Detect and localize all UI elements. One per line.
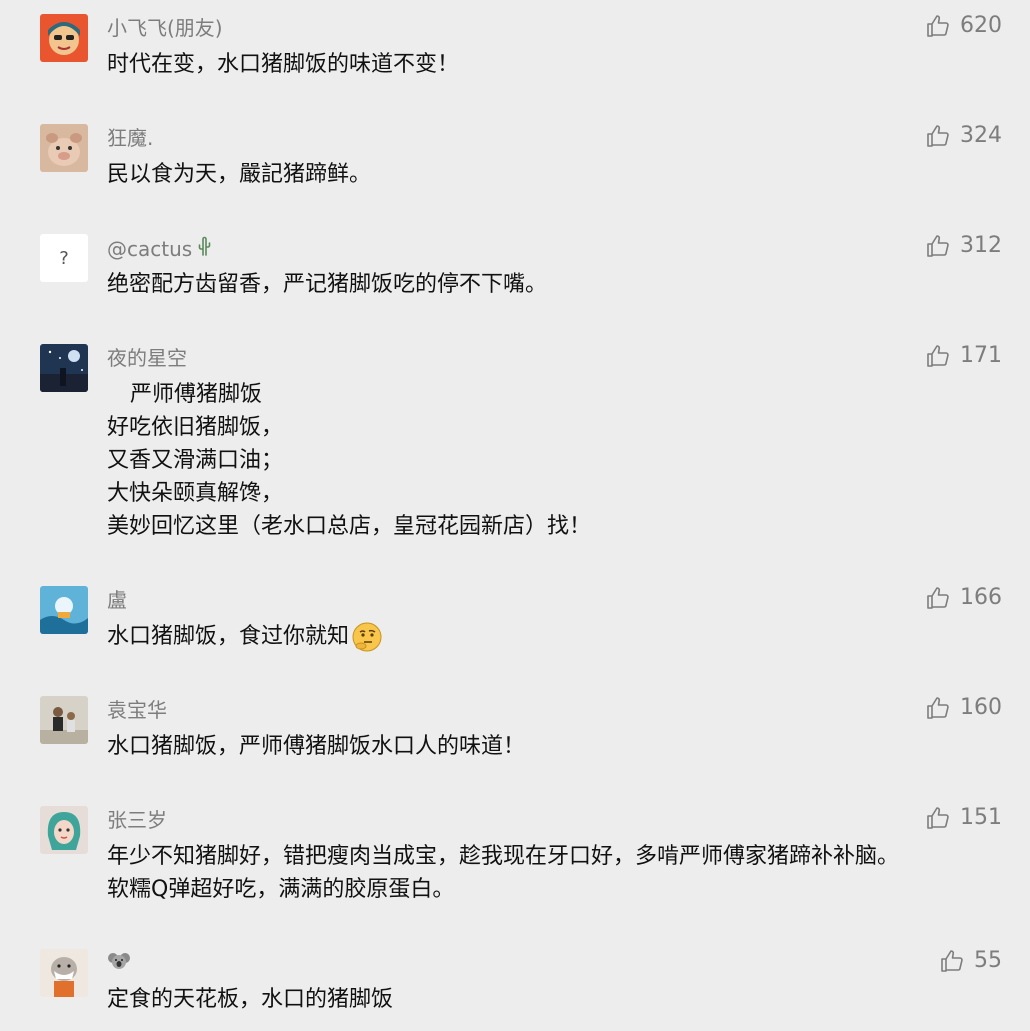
avatar[interactable] — [40, 14, 88, 62]
avatar[interactable]: ? — [40, 234, 88, 282]
like-count: 160 — [960, 695, 1002, 720]
like-button[interactable]: 620 — [926, 12, 1002, 40]
like-button[interactable]: 55 — [940, 947, 1002, 975]
comment-line: 时代在变，水口猪脚饭的味道不变！ — [107, 52, 460, 77]
like-count: 324 — [960, 123, 1002, 148]
comment-line: 美妙回忆这里（老水口总店，皇冠花园新店）找！ — [107, 514, 592, 539]
comment-text: 时代在变，水口猪脚饭的味道不变！ — [107, 48, 1007, 81]
like-count: 620 — [960, 13, 1002, 38]
commenter-name: @cactus — [107, 236, 212, 261]
comment-line: 软糯Q弹超好吃，满满的胶原蛋白。 — [107, 877, 455, 902]
commenter-name: 小飞飞(朋友) — [107, 16, 223, 40]
commenter-name: 袁宝华 — [107, 698, 167, 722]
comment-line: 水口猪脚饭，严师傅猪脚饭水口人的味道！ — [107, 734, 526, 759]
like-count: 171 — [960, 343, 1002, 368]
like-icon — [940, 949, 964, 973]
comment-line: 定食的天花板，水口的猪脚饭 — [107, 987, 394, 1012]
like-icon — [926, 14, 950, 38]
comment-text: 民以食为天，嚴記猪蹄鲜。 — [107, 158, 1007, 191]
like-icon — [926, 124, 950, 148]
avatar[interactable] — [40, 696, 88, 744]
cactus-icon — [196, 236, 212, 261]
comment-line: 绝密配方齿留香，严记猪脚饭吃的停不下嘴。 — [107, 272, 548, 297]
like-icon — [926, 586, 950, 610]
like-count: 151 — [960, 805, 1002, 830]
like-button[interactable]: 166 — [926, 584, 1002, 612]
commenter-name: 张三岁 — [107, 808, 167, 832]
like-icon — [926, 806, 950, 830]
comment-text: 定食的天花板，水口的猪脚饭 — [107, 983, 1007, 1016]
commenter-name: 盧 — [107, 588, 127, 612]
comment-line: 水口猪脚饭，食过你就知 — [107, 620, 1007, 653]
comment-line-text: 水口猪脚饭，食过你就知 — [107, 624, 350, 649]
comment-text: 年少不知猪脚好，错把瘦肉当成宝，趁我现在牙口好，多啃严师傅家猪蹄补补脑。 软糯Q… — [107, 840, 1007, 906]
like-icon — [926, 344, 950, 368]
comment-line: 严师傅猪脚饭 — [130, 382, 263, 407]
like-icon — [926, 696, 950, 720]
koala-icon — [107, 951, 131, 976]
comment-line: 又香又滑满口油； — [107, 448, 284, 473]
like-button[interactable]: 160 — [926, 694, 1002, 722]
avatar[interactable] — [40, 806, 88, 854]
avatar[interactable] — [40, 344, 88, 392]
comment-text: 绝密配方齿留香，严记猪脚饭吃的停不下嘴。 — [107, 268, 1007, 301]
avatar[interactable] — [40, 124, 88, 172]
comment-text: 严师傅猪脚饭 好吃依旧猪脚饭， 又香又滑满口油； 大快朵颐真解馋， 美妙回忆这里… — [107, 378, 1007, 543]
comment-line: 好吃依旧猪脚饭， — [107, 415, 284, 440]
avatar[interactable] — [40, 586, 88, 634]
like-button[interactable]: 151 — [926, 804, 1002, 832]
avatar-placeholder: ? — [59, 247, 69, 269]
like-count: 55 — [974, 948, 1002, 973]
avatar[interactable] — [40, 949, 88, 997]
comment-line: 大快朵颐真解馋， — [107, 481, 284, 506]
comment-text: 水口猪脚饭，严师傅猪脚饭水口人的味道！ — [107, 730, 1007, 763]
like-count: 312 — [960, 233, 1002, 258]
commenter-name-text: @cactus — [107, 236, 193, 261]
like-button[interactable]: 171 — [926, 342, 1002, 370]
commenter-name: 夜的星空 — [107, 346, 187, 370]
like-count: 166 — [960, 585, 1002, 610]
comment-line: 民以食为天，嚴記猪蹄鲜。 — [107, 162, 372, 187]
like-button[interactable]: 324 — [926, 122, 1002, 150]
comment-text: 水口猪脚饭，食过你就知 — [107, 620, 1007, 653]
commenter-name — [107, 951, 135, 976]
thinking-face-emoji — [351, 621, 383, 653]
like-button[interactable]: 312 — [926, 232, 1002, 260]
comment-line: 年少不知猪脚好，错把瘦肉当成宝，趁我现在牙口好，多啃严师傅家猪蹄补补脑。 — [107, 844, 900, 869]
commenter-name: 狂魔. — [107, 126, 154, 150]
like-icon — [926, 234, 950, 258]
